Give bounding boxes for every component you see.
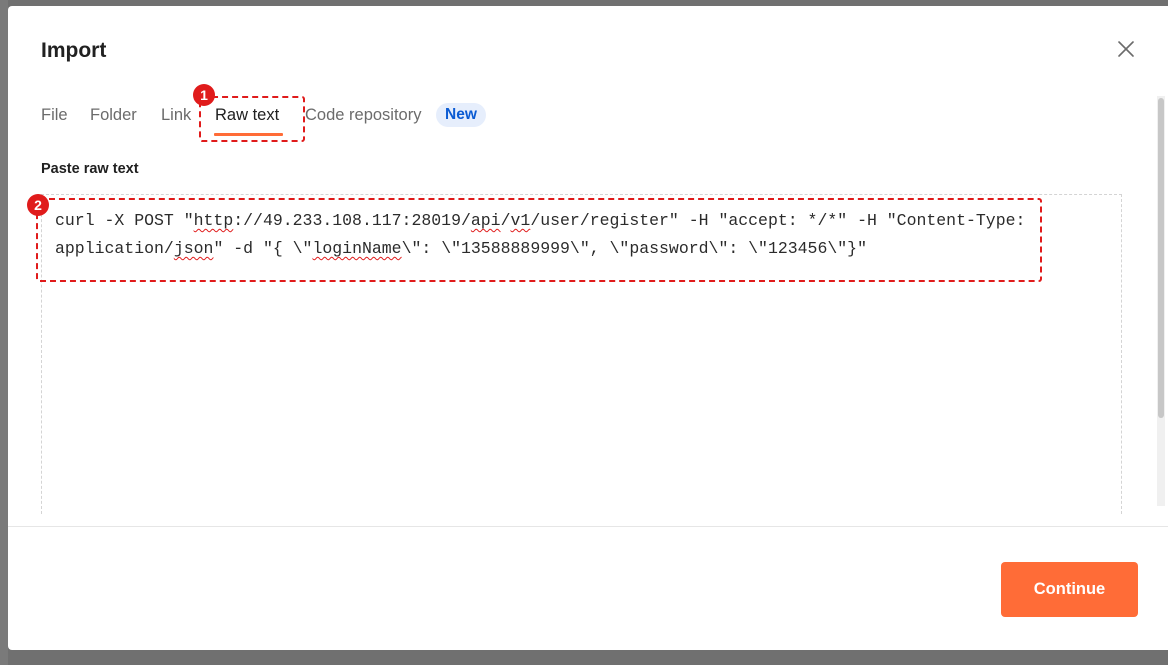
tab-link[interactable]: Link: [161, 106, 191, 125]
tab-file[interactable]: File: [41, 106, 68, 125]
new-badge: New: [436, 103, 486, 127]
import-dialog: Import File Folder Link Raw text Code re…: [8, 6, 1168, 650]
dialog-title: Import: [41, 39, 107, 62]
close-button[interactable]: [1116, 39, 1136, 59]
dialog-scrollbar-thumb[interactable]: [1158, 98, 1164, 418]
tab-code-repository[interactable]: Code repository: [305, 106, 421, 125]
annotation-marker-2: 2: [27, 194, 49, 216]
tab-folder[interactable]: Folder: [90, 106, 137, 125]
footer-divider: [8, 526, 1168, 527]
paste-raw-text-label: Paste raw text: [41, 161, 139, 177]
background-app-strip: [0, 0, 8, 665]
annotation-box-1: [199, 96, 305, 142]
close-icon: [1118, 41, 1134, 57]
annotation-marker-1: 1: [193, 84, 215, 106]
continue-button[interactable]: Continue: [1001, 562, 1138, 617]
annotation-box-2: [36, 198, 1042, 282]
